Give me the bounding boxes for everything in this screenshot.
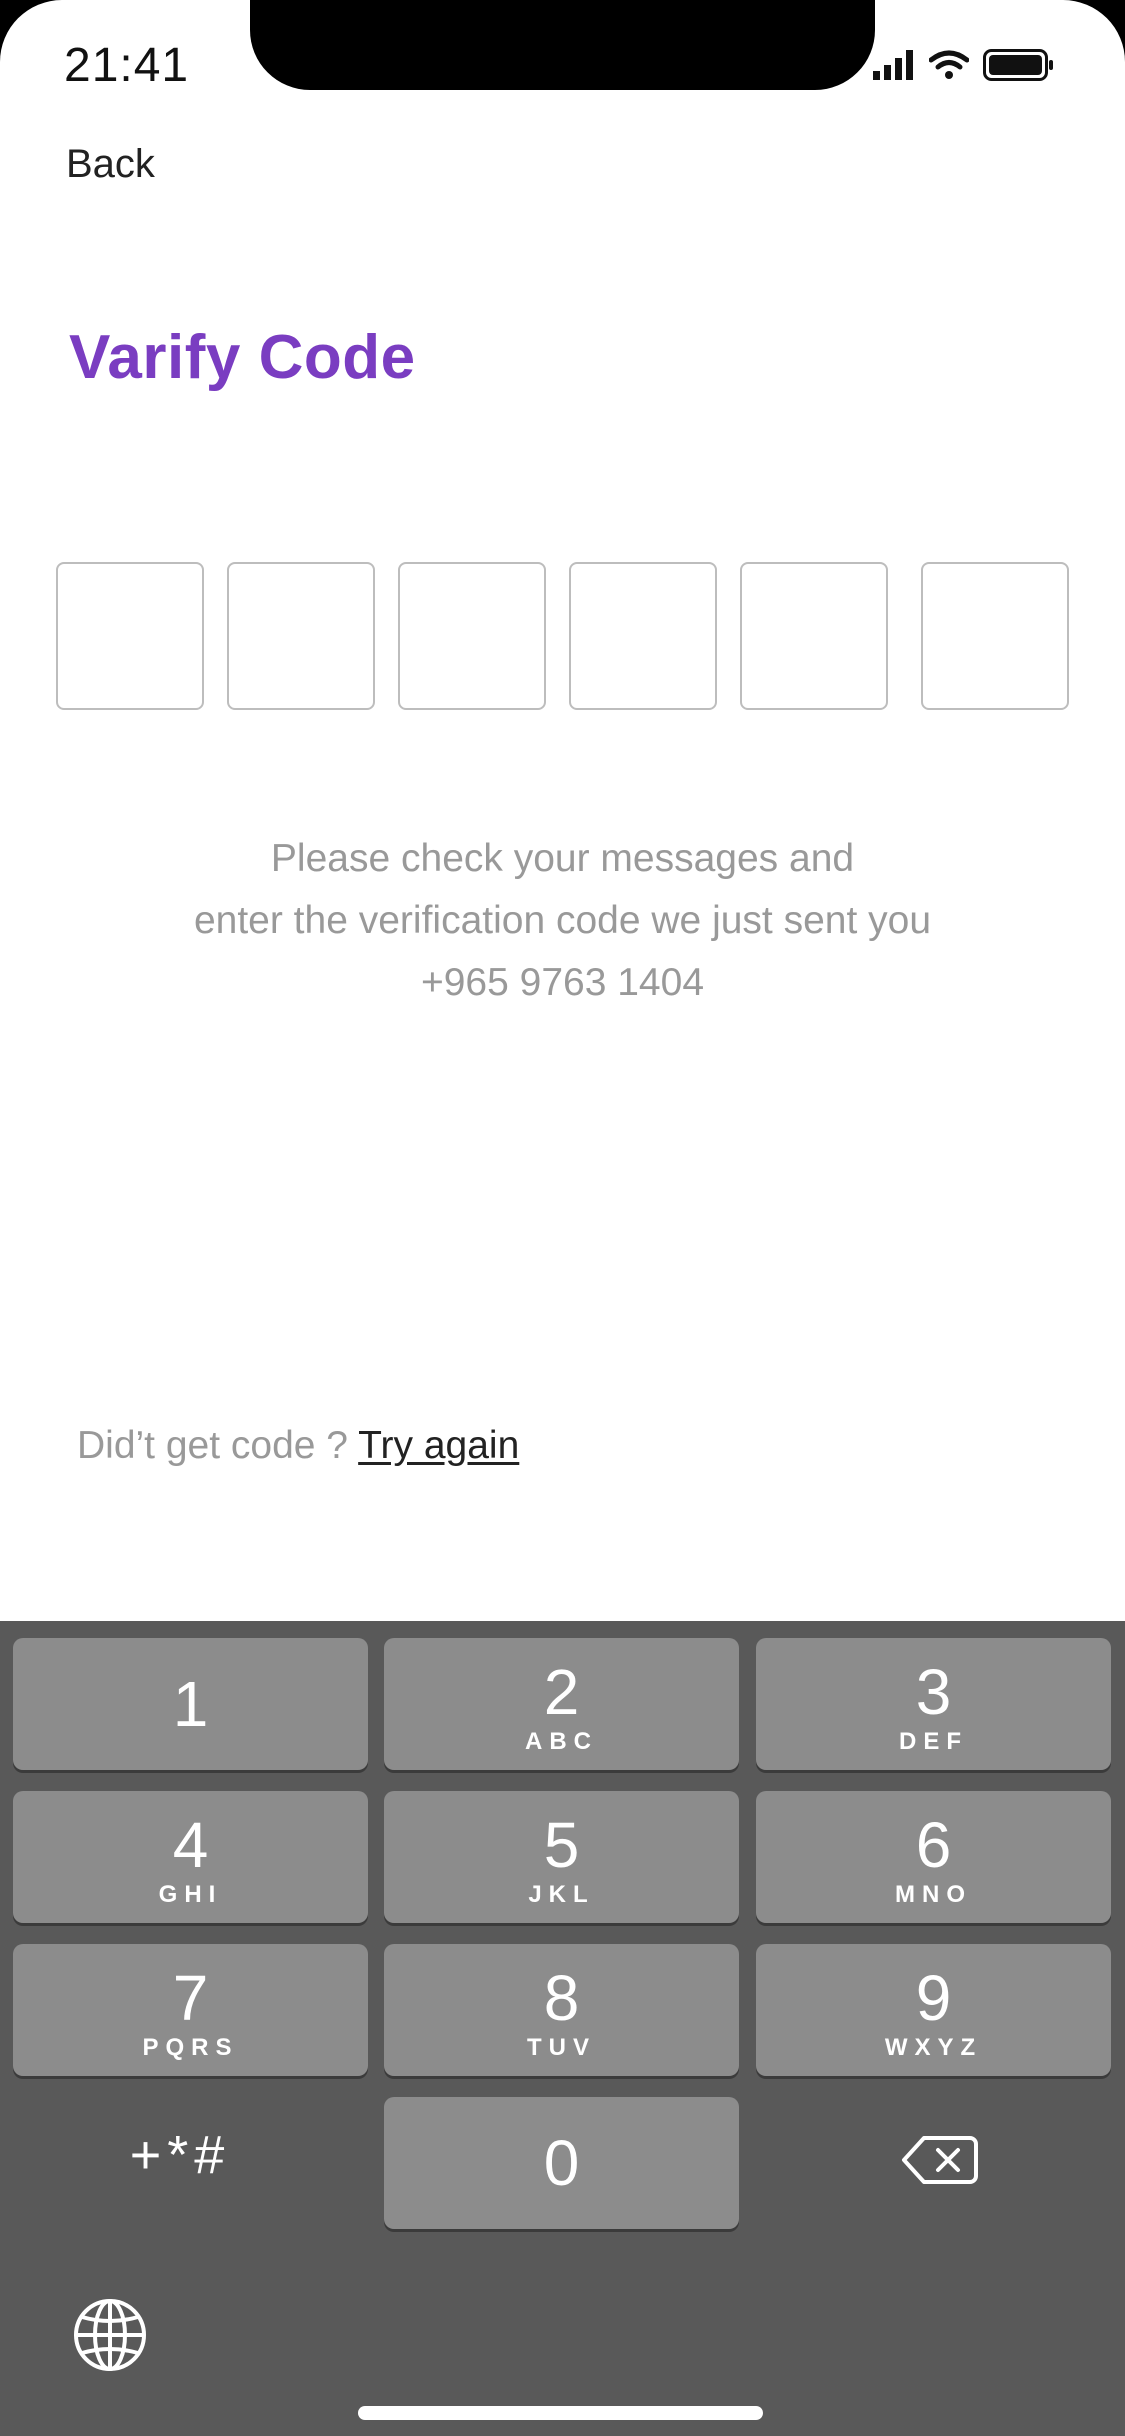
- backspace-icon[interactable]: [900, 2130, 980, 2190]
- key-letters: PQRS: [142, 2034, 239, 2061]
- key-2[interactable]: 2 ABC: [384, 1638, 739, 1770]
- key-0[interactable]: 0: [384, 2097, 739, 2229]
- notch: [250, 0, 875, 90]
- key-letters: TUV: [527, 2034, 596, 2061]
- retry-prompt: Did’t get code ?: [77, 1424, 349, 1467]
- key-digit: 1: [172, 1668, 209, 1740]
- key-letters: WXYZ: [884, 2034, 983, 2061]
- verification-message: Please check your messages and enter the…: [100, 828, 1025, 1014]
- screen: 21:41 Back Varify Code Please check your…: [0, 0, 1125, 2436]
- code-digit-1[interactable]: [56, 562, 204, 710]
- page-title: Varify Code: [69, 323, 416, 392]
- back-button[interactable]: Back: [66, 142, 155, 187]
- phone-number: +965 9763 1404: [420, 961, 705, 1004]
- key-7[interactable]: 7 PQRS: [13, 1944, 368, 2076]
- status-time: 21:41: [64, 39, 190, 92]
- key-letters: DEF: [899, 1728, 968, 1755]
- key-digit: 0: [543, 2127, 580, 2199]
- key-digit: 8: [543, 1962, 580, 2034]
- status-icons: [873, 48, 1055, 82]
- key-6[interactable]: 6 MNO: [756, 1791, 1111, 1923]
- key-digit: 2: [543, 1656, 580, 1728]
- key-digit: 7: [172, 1962, 209, 2034]
- key-5[interactable]: 5 JKL: [384, 1791, 739, 1923]
- key-digit: 4: [172, 1809, 209, 1881]
- message-line-2: enter the verification code we just sent…: [193, 899, 932, 942]
- key-9[interactable]: 9 WXYZ: [756, 1944, 1111, 2076]
- key-letters: GHI: [158, 1881, 223, 1908]
- key-4[interactable]: 4 GHI: [13, 1791, 368, 1923]
- symbols-key[interactable]: +*#: [100, 2110, 260, 2200]
- home-indicator[interactable]: [358, 2406, 763, 2420]
- code-digit-3[interactable]: [398, 562, 546, 710]
- key-letters: ABC: [525, 1728, 598, 1755]
- code-digit-4[interactable]: [569, 562, 717, 710]
- battery-icon: [983, 49, 1053, 81]
- key-digit: 3: [915, 1656, 952, 1728]
- key-digit: 6: [915, 1809, 952, 1881]
- key-digit: 9: [915, 1962, 952, 2034]
- globe-icon[interactable]: [70, 2295, 150, 2375]
- key-3[interactable]: 3 DEF: [756, 1638, 1111, 1770]
- code-digit-5[interactable]: [740, 562, 888, 710]
- key-8[interactable]: 8 TUV: [384, 1944, 739, 2076]
- key-letters: JKL: [528, 1881, 595, 1908]
- key-1[interactable]: 1: [13, 1638, 368, 1770]
- signal-icon: [873, 50, 913, 80]
- try-again-link[interactable]: Try again: [358, 1424, 519, 1467]
- key-letters: MNO: [895, 1881, 972, 1908]
- key-digit: 5: [543, 1809, 580, 1881]
- code-digit-2[interactable]: [227, 562, 375, 710]
- code-digit-6[interactable]: [921, 562, 1069, 710]
- retry-row: Did’t get code ? Try again: [77, 1424, 519, 1468]
- message-line-1: Please check your messages and: [270, 837, 855, 880]
- wifi-icon: [929, 50, 969, 79]
